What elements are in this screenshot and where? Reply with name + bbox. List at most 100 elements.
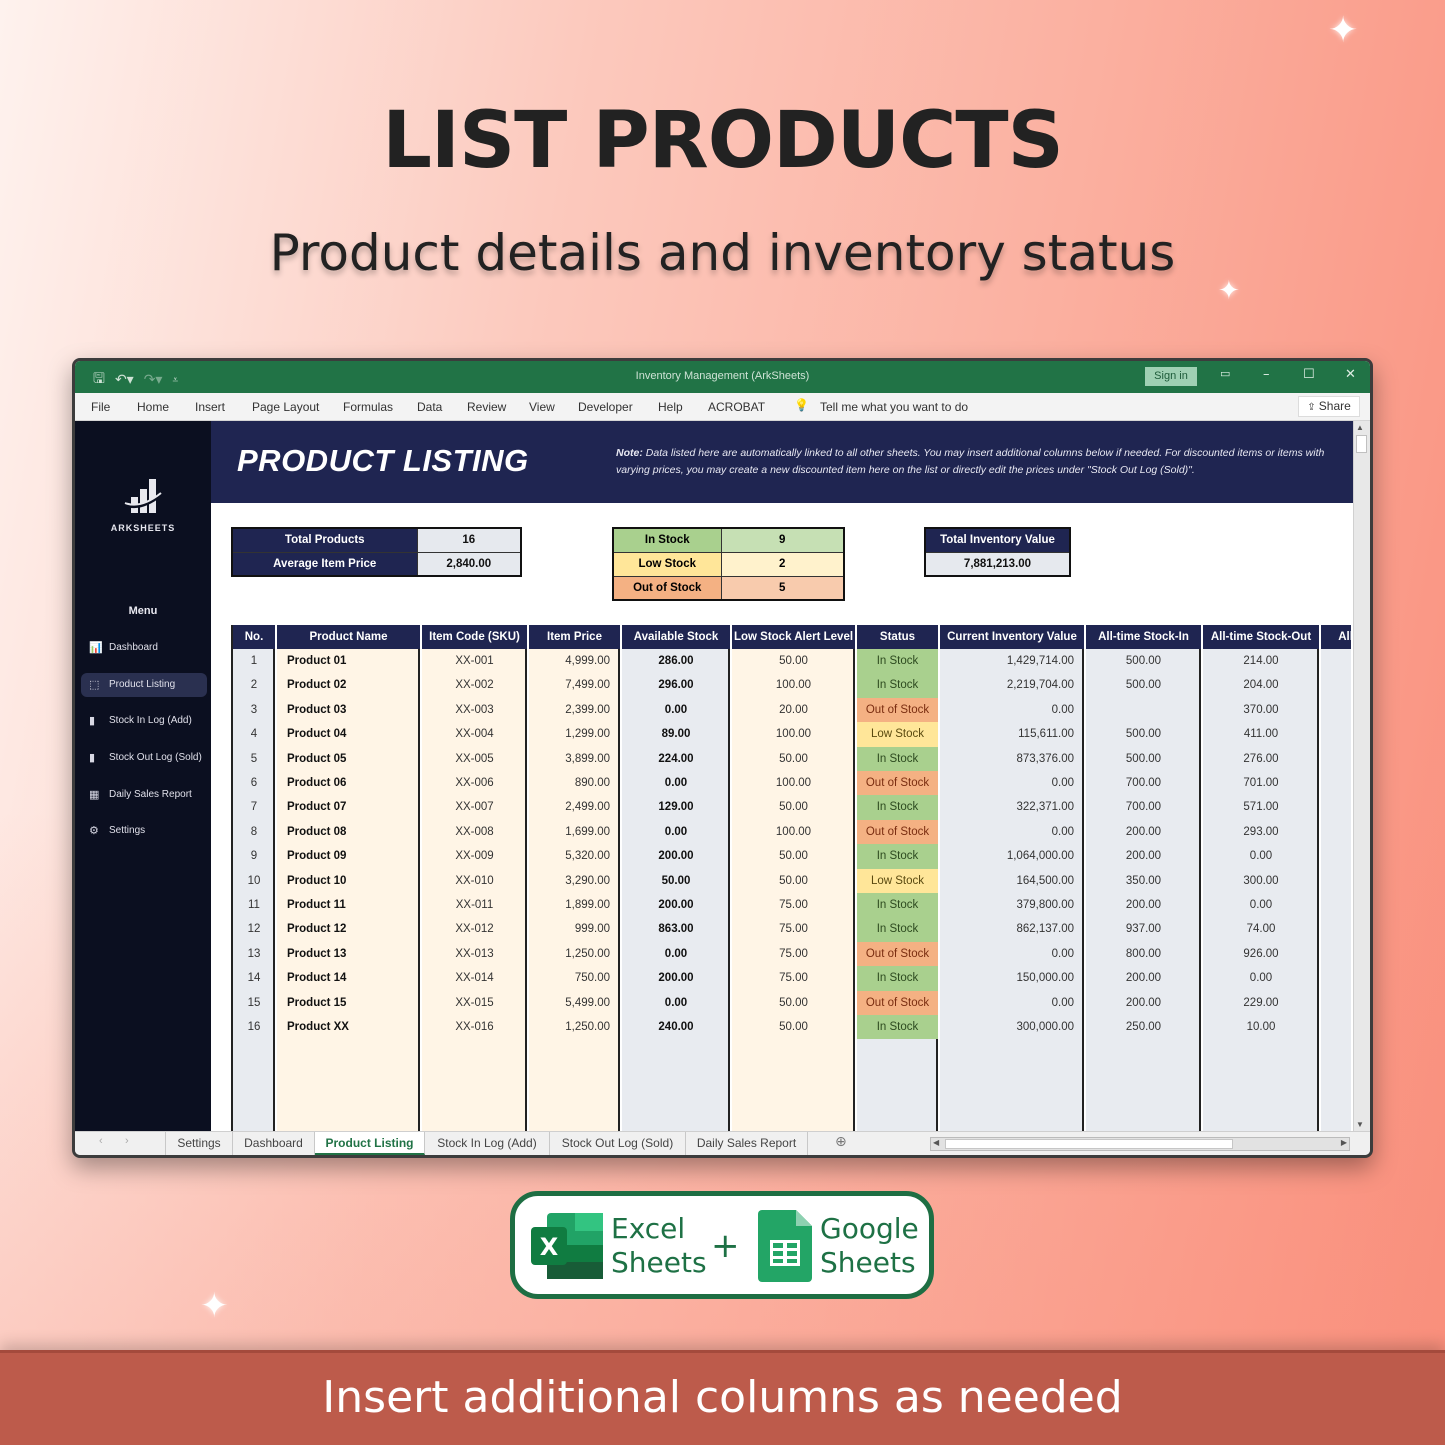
cell-all-time-extra[interactable] bbox=[1321, 869, 1351, 893]
menu-file[interactable]: File bbox=[91, 400, 110, 414]
cell-low-stock-alert[interactable]: 100.00 bbox=[732, 722, 855, 746]
minimize-icon[interactable]: – bbox=[1263, 367, 1270, 382]
cell-stock-out[interactable]: 204.00 bbox=[1203, 673, 1319, 697]
cell-no[interactable]: 1 bbox=[233, 649, 275, 673]
cell-all-time-extra[interactable] bbox=[1321, 722, 1351, 746]
cell-stock-out[interactable]: 276.00 bbox=[1203, 747, 1319, 771]
cell-inventory-value[interactable]: 322,371.00 bbox=[940, 795, 1084, 819]
sheet-tab-stock-out-log-sold[interactable]: Stock Out Log (Sold) bbox=[550, 1132, 686, 1155]
cell-sku[interactable]: XX-008 bbox=[422, 820, 527, 844]
cell-stock-in[interactable]: 200.00 bbox=[1086, 820, 1201, 844]
cell-low-stock-alert[interactable]: 50.00 bbox=[732, 649, 855, 673]
cell-stock-out[interactable]: 926.00 bbox=[1203, 942, 1319, 966]
cell-all-time-extra[interactable] bbox=[1321, 917, 1351, 941]
cell-sku[interactable]: XX-007 bbox=[422, 795, 527, 819]
cell-available-stock[interactable]: 0.00 bbox=[622, 771, 730, 795]
cell-all-time-extra[interactable]: 1, bbox=[1321, 673, 1351, 697]
cell-stock-in[interactable]: 200.00 bbox=[1086, 966, 1201, 990]
cell-no[interactable]: 7 bbox=[233, 795, 275, 819]
cell-stock-in[interactable]: 200.00 bbox=[1086, 893, 1201, 917]
cell-all-time-extra[interactable]: 1, bbox=[1321, 991, 1351, 1015]
cell-low-stock-alert[interactable]: 75.00 bbox=[732, 917, 855, 941]
status-badge[interactable]: In Stock bbox=[857, 844, 938, 869]
cell-product-name[interactable]: Product 01 bbox=[277, 649, 420, 673]
cell-sku[interactable]: XX-009 bbox=[422, 844, 527, 868]
cell-available-stock[interactable]: 286.00 bbox=[622, 649, 730, 673]
cell-sku[interactable]: XX-002 bbox=[422, 673, 527, 697]
status-badge[interactable]: In Stock bbox=[857, 917, 938, 942]
cell-inventory-value[interactable]: 862,137.00 bbox=[940, 917, 1084, 941]
cell-product-name[interactable]: Product 13 bbox=[277, 942, 420, 966]
cell-sku[interactable]: XX-010 bbox=[422, 869, 527, 893]
cell-item-price[interactable]: 3,899.00 bbox=[529, 747, 620, 771]
status-badge[interactable]: Out of Stock bbox=[857, 990, 938, 1015]
cell-sku[interactable]: XX-004 bbox=[422, 722, 527, 746]
cell-no[interactable]: 5 bbox=[233, 747, 275, 771]
nav-daily-sales-report[interactable]: ▦ Daily Sales Report bbox=[81, 783, 207, 807]
cell-available-stock[interactable]: 0.00 bbox=[622, 942, 730, 966]
cell-no[interactable]: 13 bbox=[233, 942, 275, 966]
sheet-tab-dashboard[interactable]: Dashboard bbox=[233, 1132, 315, 1155]
sheet-tab-settings[interactable]: Settings bbox=[166, 1132, 233, 1155]
cell-sku[interactable]: XX-001 bbox=[422, 649, 527, 673]
status-badge[interactable]: In Stock bbox=[857, 673, 938, 698]
cell-low-stock-alert[interactable]: 20.00 bbox=[732, 698, 855, 722]
cell-item-price[interactable]: 750.00 bbox=[529, 966, 620, 990]
cell-product-name[interactable]: Product 02 bbox=[277, 673, 420, 697]
menu-view[interactable]: View bbox=[529, 400, 555, 414]
cell-no[interactable]: 16 bbox=[233, 1015, 275, 1039]
cell-item-price[interactable]: 1,250.00 bbox=[529, 942, 620, 966]
cell-available-stock[interactable]: 224.00 bbox=[622, 747, 730, 771]
cell-stock-in[interactable]: 500.00 bbox=[1086, 673, 1201, 697]
cell-no[interactable]: 12 bbox=[233, 917, 275, 941]
cell-inventory-value[interactable]: 873,376.00 bbox=[940, 747, 1084, 771]
low-stock-value[interactable]: 2 bbox=[720, 551, 845, 577]
cell-low-stock-alert[interactable]: 50.00 bbox=[732, 991, 855, 1015]
cell-stock-in[interactable]: 500.00 bbox=[1086, 722, 1201, 746]
cell-all-time-extra[interactable] bbox=[1321, 698, 1351, 722]
add-sheet-icon[interactable]: ⊕ bbox=[835, 1134, 847, 1150]
cell-inventory-value[interactable]: 0.00 bbox=[940, 698, 1084, 722]
menu-formulas[interactable]: Formulas bbox=[343, 400, 393, 414]
cell-sku[interactable]: XX-006 bbox=[422, 771, 527, 795]
column-header-stock-in[interactable]: All-time Stock-In bbox=[1086, 625, 1201, 649]
nav-stock-out-log[interactable]: ▮ Stock Out Log (Sold) bbox=[81, 746, 207, 770]
in-stock-value[interactable]: 9 bbox=[720, 527, 845, 553]
status-badge[interactable]: In Stock bbox=[857, 746, 938, 771]
cell-sku[interactable]: XX-016 bbox=[422, 1015, 527, 1039]
cell-stock-out[interactable]: 411.00 bbox=[1203, 722, 1319, 746]
cell-item-price[interactable]: 1,299.00 bbox=[529, 722, 620, 746]
cell-available-stock[interactable]: 200.00 bbox=[622, 966, 730, 990]
cell-low-stock-alert[interactable]: 50.00 bbox=[732, 844, 855, 868]
cell-inventory-value[interactable]: 150,000.00 bbox=[940, 966, 1084, 990]
cell-stock-out[interactable]: 0.00 bbox=[1203, 844, 1319, 868]
menu-help[interactable]: Help bbox=[658, 400, 683, 414]
total-products-value[interactable]: 16 bbox=[416, 527, 522, 553]
cell-stock-out[interactable]: 0.00 bbox=[1203, 966, 1319, 990]
total-value[interactable]: 7,881,213.00 bbox=[924, 551, 1071, 577]
cell-stock-out[interactable]: 229.00 bbox=[1203, 991, 1319, 1015]
scroll-thumb[interactable] bbox=[945, 1139, 1233, 1149]
cell-stock-in[interactable] bbox=[1086, 698, 1201, 722]
status-badge[interactable]: Out of Stock bbox=[857, 819, 938, 845]
cell-inventory-value[interactable]: 300,000.00 bbox=[940, 1015, 1084, 1039]
cell-stock-in[interactable]: 200.00 bbox=[1086, 991, 1201, 1015]
cell-all-time-extra[interactable]: 1, bbox=[1321, 747, 1351, 771]
status-badge[interactable]: In Stock bbox=[857, 795, 938, 820]
cell-item-price[interactable]: 5,320.00 bbox=[529, 844, 620, 868]
status-badge[interactable]: Out of Stock bbox=[857, 771, 938, 796]
menu-developer[interactable]: Developer bbox=[578, 400, 633, 414]
sheet-tab-product-listing[interactable]: Product Listing bbox=[315, 1132, 425, 1155]
cell-all-time-extra[interactable] bbox=[1321, 966, 1351, 990]
scroll-down-icon[interactable]: ▼ bbox=[1356, 1120, 1364, 1129]
cell-inventory-value[interactable]: 0.00 bbox=[940, 820, 1084, 844]
cell-item-price[interactable]: 999.00 bbox=[529, 917, 620, 941]
scroll-right-icon[interactable]: ▶ bbox=[1341, 1138, 1347, 1147]
cell-inventory-value[interactable]: 164,500.00 bbox=[940, 869, 1084, 893]
cell-item-price[interactable]: 1,899.00 bbox=[529, 893, 620, 917]
column-header-status[interactable]: Status bbox=[857, 625, 938, 649]
cell-stock-out[interactable]: 571.00 bbox=[1203, 795, 1319, 819]
cell-sku[interactable]: XX-013 bbox=[422, 942, 527, 966]
cell-all-time-extra[interactable] bbox=[1321, 1015, 1351, 1039]
avg-price-value[interactable]: 2,840.00 bbox=[416, 551, 522, 577]
